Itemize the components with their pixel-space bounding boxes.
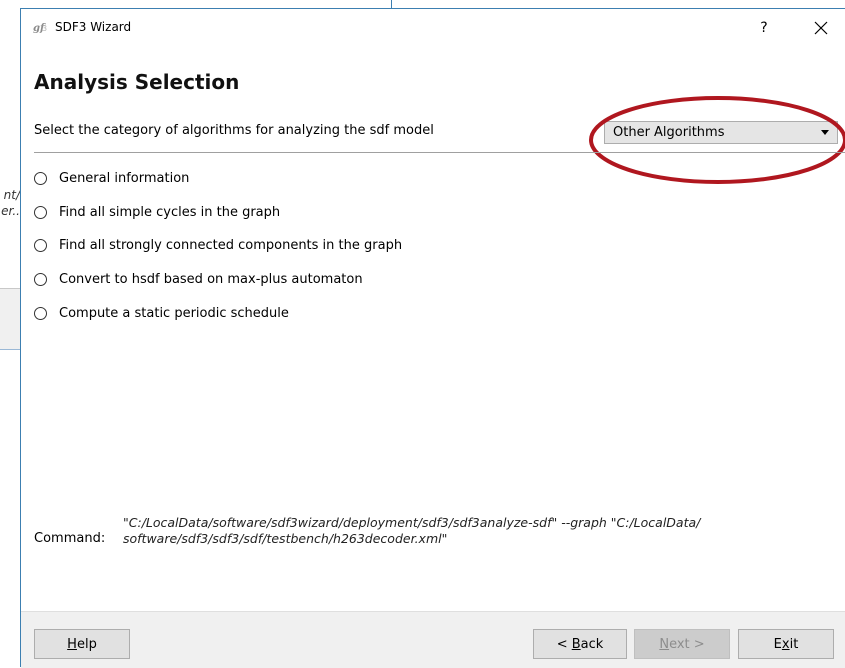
mnemonic-letter: x (781, 637, 790, 652)
option-label: Compute a static periodic schedule (59, 305, 289, 321)
button-label-rest: ack (580, 637, 604, 652)
option-convert-to-hsdf[interactable]: Convert to hsdf based on max-plus automa… (34, 269, 363, 289)
mnemonic-letter: H (67, 637, 77, 652)
option-strongly-connected-components[interactable]: Find all strongly connected components i… (34, 235, 402, 255)
radio-button[interactable] (34, 205, 47, 219)
button-label-prefix: E (773, 637, 782, 652)
category-prompt-label: Select the category of algorithms for an… (34, 123, 434, 138)
dropdown-selected-value: Other Algorithms (613, 125, 725, 140)
window-title: SDF3 Wizard (55, 20, 132, 34)
mnemonic-letter: N (659, 637, 670, 652)
command-text: "C:/LocalData/software/sdf3wizard/deploy… (123, 515, 833, 547)
radio-button[interactable] (34, 306, 47, 320)
background-text-line: nt/ (3, 188, 20, 202)
radio-button[interactable] (34, 272, 47, 286)
back-button[interactable]: < Back (533, 629, 627, 659)
option-static-periodic-schedule[interactable]: Compute a static periodic schedule (34, 303, 289, 323)
button-label-rest: it (789, 637, 799, 652)
next-button[interactable]: Next > (634, 629, 730, 659)
background-text-line: er.. (1, 204, 20, 218)
option-label: Convert to hsdf based on max-plus automa… (59, 271, 363, 287)
radio-button[interactable] (34, 238, 47, 252)
context-help-button[interactable]: ? (754, 18, 774, 38)
option-general-information[interactable]: General information (34, 168, 189, 188)
option-label: Find all strongly connected components i… (59, 237, 403, 253)
sdf3-wizard-dialog: gf 3 SDF3 Wizard ? Analysis Selection Se… (20, 8, 845, 668)
button-label-rest: elp (76, 637, 97, 652)
chevron-down-icon (821, 130, 829, 135)
command-line: "C:/LocalData/software/sdf3wizard/deploy… (123, 515, 701, 530)
background-window: nt/ er.. (0, 0, 20, 667)
algorithm-category-dropdown[interactable]: Other Algorithms (604, 121, 838, 144)
sdf3-app-icon: gf 3 (33, 20, 49, 34)
option-label: General information (59, 170, 190, 186)
background-panel (0, 288, 20, 350)
button-label-rest: ext > (669, 637, 705, 652)
button-label-prefix: < (556, 637, 572, 652)
mnemonic-letter: B (571, 637, 581, 652)
header-separator (34, 152, 845, 153)
svg-text:3: 3 (42, 24, 47, 33)
close-icon[interactable] (811, 18, 831, 38)
help-button[interactable]: Help (34, 629, 130, 659)
option-label: Find all simple cycles in the graph (59, 204, 281, 220)
command-line: software/sdf3/sdf3/sdf/testbench/h263dec… (123, 531, 448, 546)
option-find-simple-cycles[interactable]: Find all simple cycles in the graph (34, 202, 280, 222)
radio-button[interactable] (34, 171, 47, 185)
exit-button[interactable]: Exit (738, 629, 834, 659)
background-window-edge (391, 0, 392, 8)
button-bar: Help < Back Next > Exit (21, 611, 845, 668)
page-title: Analysis Selection (34, 70, 240, 94)
title-bar[interactable]: gf 3 SDF3 Wizard ? (21, 9, 845, 47)
command-label: Command: (34, 531, 106, 546)
